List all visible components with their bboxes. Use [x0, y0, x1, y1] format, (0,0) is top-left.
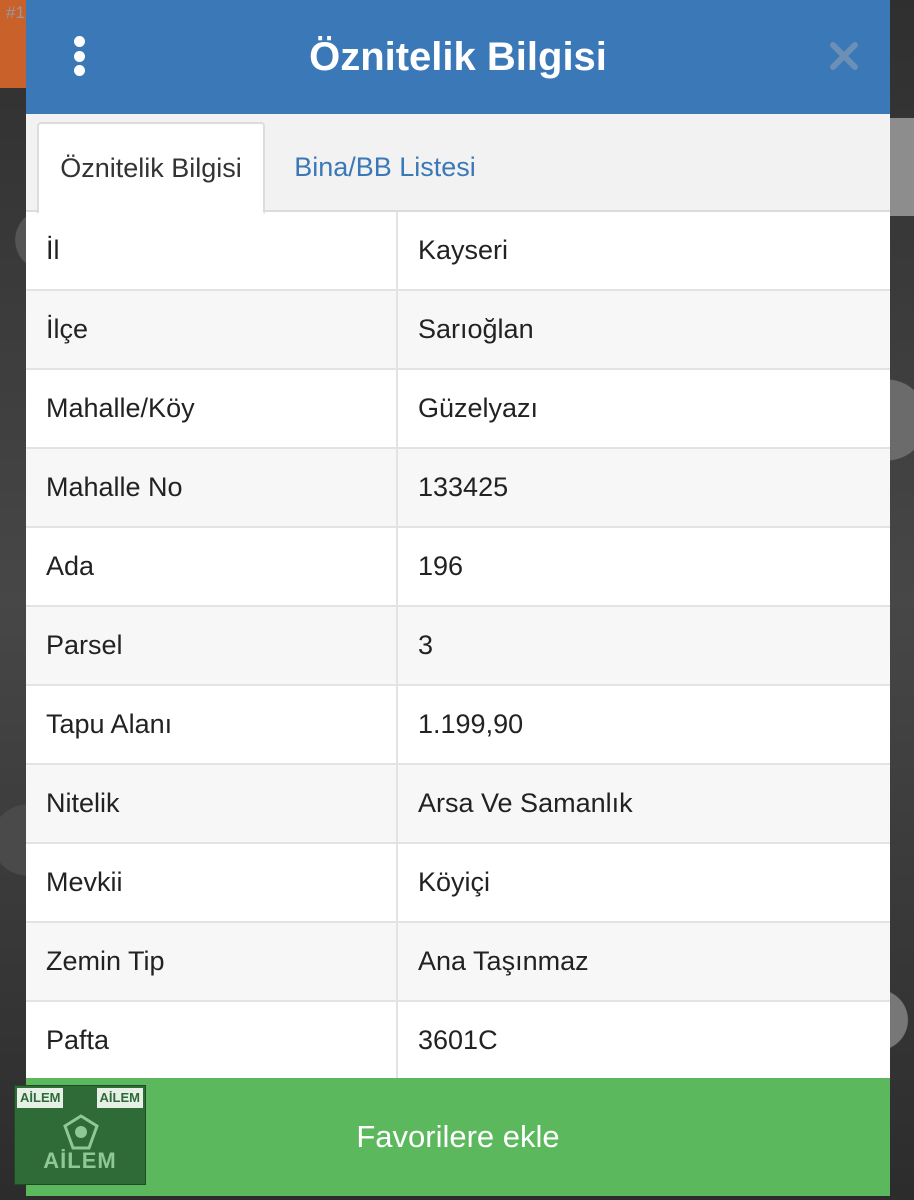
add-to-favorites-button[interactable]: Favorilere ekle [26, 1078, 890, 1196]
table-row: Nitelik Arsa Ve Samanlık [26, 765, 890, 844]
attribute-value: Güzelyazı [418, 393, 539, 423]
attribute-table: İl Kayseri İlçe Sarıoğlan Mahalle/Köy Güzelya… [26, 212, 890, 1081]
table-row: Mahalle/Köy Güzelyazı [26, 370, 890, 449]
attribute-value: 133425 [418, 472, 509, 502]
table-row: Parsel 3 [26, 607, 890, 686]
attribute-value: Köyiçi [418, 867, 491, 897]
attribute-key: Mahalle/Köy [26, 370, 398, 447]
attribute-value: Ana Taşınmaz [418, 946, 589, 976]
background-grey-patch [890, 118, 914, 216]
attribute-key: Pafta [26, 1002, 398, 1079]
attribute-value: Sarıoğlan [418, 314, 534, 344]
attribute-key: Nitelik [26, 765, 398, 842]
dialog-title: Öznitelik Bilgisi [309, 34, 607, 79]
attribute-key: İl [26, 212, 398, 289]
attribute-key: Mevkii [26, 844, 398, 921]
table-row: Mevkii Köyiçi [26, 844, 890, 923]
logo-text: AİLEM [43, 1148, 117, 1173]
table-row: İlçe Sarıoğlan [26, 291, 890, 370]
table-row: Ada 196 [26, 528, 890, 607]
table-row: Tapu Alanı 1.199,90 [26, 686, 890, 765]
attribute-key: Mahalle No [26, 449, 398, 526]
attribute-dialog: Öznitelik Bilgisi Öznitelik Bilgisi Bina… [26, 0, 890, 1196]
attribute-key: Ada [26, 528, 398, 605]
tab-bar: Öznitelik Bilgisi Bina/BB Listesi [26, 114, 890, 214]
table-row: Pafta 3601C [26, 1002, 890, 1081]
attribute-key: Tapu Alanı [26, 686, 398, 763]
table-row: Zemin Tip Ana Taşınmaz [26, 923, 890, 1002]
attribute-value: 1.199,90 [418, 709, 524, 739]
attribute-value: 196 [418, 551, 464, 581]
attribute-value: Kayseri [418, 235, 509, 265]
dialog-header: Öznitelik Bilgisi [26, 0, 890, 114]
attribute-value: 3601C [418, 1025, 498, 1055]
tab-building-list[interactable]: Bina/BB Listesi [280, 122, 490, 212]
attribute-key: Zemin Tip [26, 923, 398, 1000]
table-row: İl Kayseri [26, 212, 890, 291]
attribute-key: Parsel [26, 607, 398, 684]
close-icon[interactable] [828, 40, 860, 72]
ailem-logo: AİLEM AİLEM AİLEM [14, 1085, 146, 1185]
menu-kebab-icon[interactable] [72, 36, 86, 76]
table-row: Mahalle No 133425 [26, 449, 890, 528]
attribute-value: 3 [418, 630, 434, 660]
attribute-key: İlçe [26, 291, 398, 368]
tab-attribute-info[interactable]: Öznitelik Bilgisi [37, 122, 265, 214]
attribute-value: Arsa Ve Samanlık [418, 788, 633, 818]
